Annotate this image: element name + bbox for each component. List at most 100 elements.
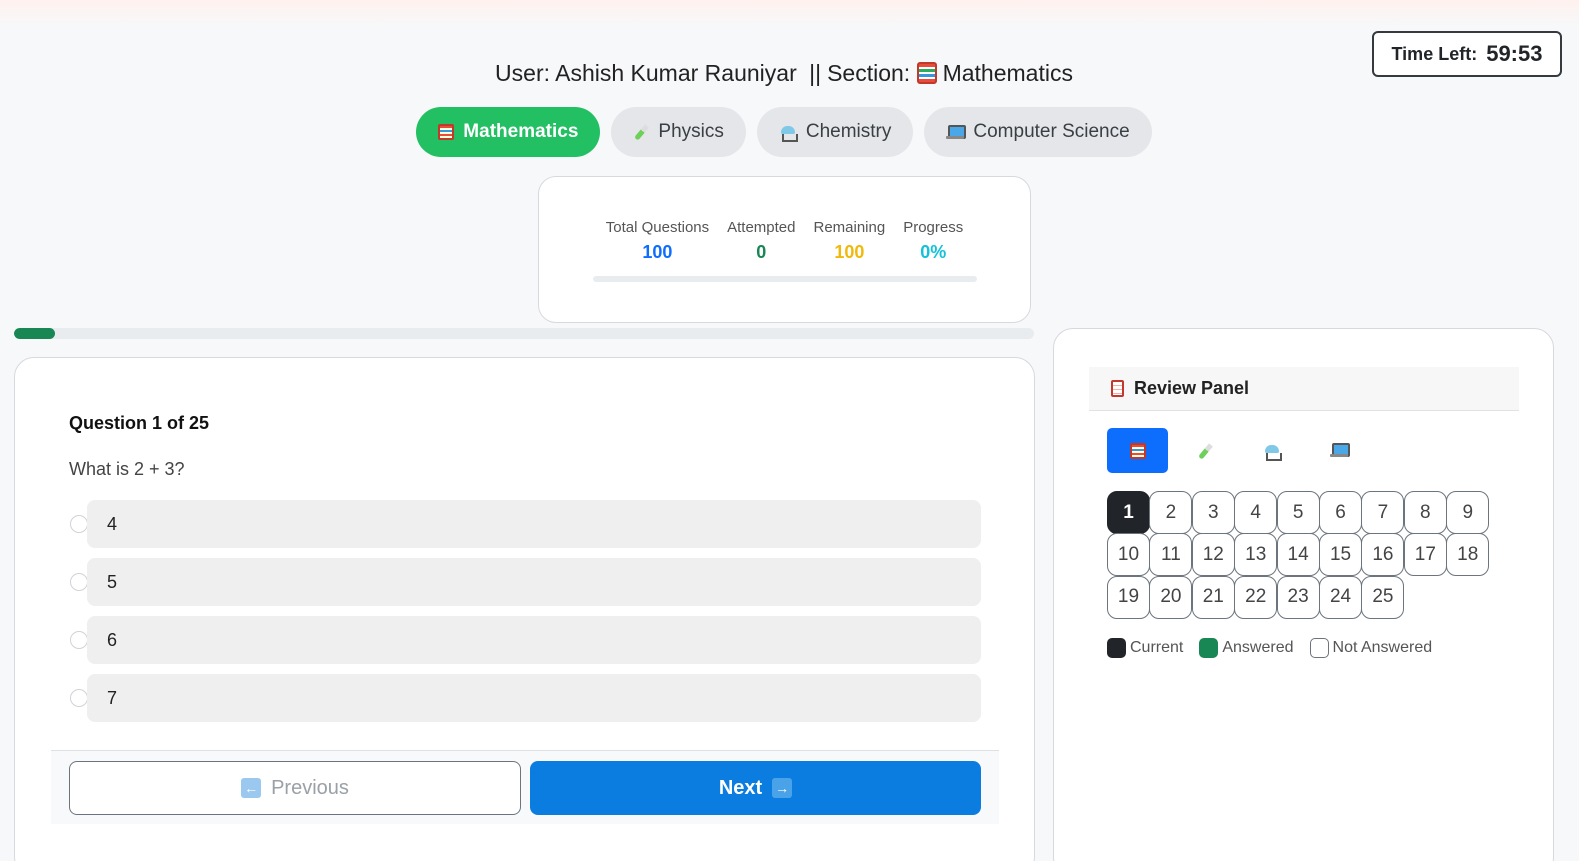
clipboard-icon <box>1111 380 1124 397</box>
distillery-icon <box>779 124 798 142</box>
question-number-button[interactable]: 11 <box>1149 533 1193 577</box>
option-radio[interactable] <box>70 515 88 533</box>
previous-label: Previous <box>271 776 349 799</box>
stat-attempted: Attempted 0 <box>727 219 795 263</box>
option-radio[interactable] <box>70 689 88 707</box>
option-label[interactable]: 5 <box>87 558 981 606</box>
tab-label: Computer Science <box>973 121 1130 142</box>
question-number-button[interactable]: 12 <box>1191 533 1235 577</box>
user-prefix: User: <box>495 60 550 86</box>
distillery-icon <box>1263 443 1282 461</box>
stat-label: Progress <box>903 219 964 236</box>
arrow-right-icon: → <box>772 778 793 798</box>
test-tube-icon <box>1197 443 1213 459</box>
question-navigation: ← Previous Next → <box>51 750 999 824</box>
top-glow <box>0 0 1579 26</box>
question-number-button[interactable]: 21 <box>1191 575 1235 619</box>
question-number-button[interactable]: 22 <box>1234 575 1278 619</box>
tab-mathematics[interactable]: Mathematics <box>416 107 601 157</box>
title-separator: || <box>809 60 822 86</box>
review-subject-chemistry[interactable] <box>1241 428 1302 473</box>
question-card: Question 1 of 25 What is 2 + 3? 4 5 6 7 … <box>14 357 1035 861</box>
question-number-button[interactable]: 6 <box>1319 491 1363 534</box>
legend-not-answered: Not Answered <box>1309 638 1432 658</box>
stat-value: 0 <box>756 242 767 262</box>
question-number-button[interactable]: 24 <box>1319 575 1363 619</box>
laptop-icon <box>1329 443 1350 458</box>
laptop-icon <box>946 124 967 140</box>
abacus-icon <box>1129 442 1146 459</box>
tab-computer-science[interactable]: Computer Science <box>924 107 1152 157</box>
overall-progress-bar <box>593 276 977 282</box>
option-radio[interactable] <box>70 631 88 649</box>
question-number-button[interactable]: 23 <box>1276 575 1320 619</box>
review-panel-header: Review Panel <box>1089 367 1519 411</box>
section-progress-bar <box>14 328 1034 339</box>
question-number-button[interactable]: 15 <box>1319 533 1363 577</box>
stats-row: Total Questions 100 Attempted 0 Remainin… <box>539 219 1030 263</box>
question-number-button[interactable]: 7 <box>1361 491 1405 534</box>
review-panel: Review Panel 1 2 3 4 5 6 7 8 9 10 11 12 13 14 15 16 17 18… <box>1053 328 1554 861</box>
tab-label: Physics <box>658 121 724 142</box>
legend-label: Answered <box>1222 639 1294 656</box>
review-subject-switcher <box>1107 428 1369 473</box>
question-counter: Question 1 of 25 <box>69 413 210 433</box>
question-number-grid: 1 2 3 4 5 6 7 8 9 10 11 12 13 14 15 16 17 18 19 20 21 22 23 24 2… <box>1107 491 1497 619</box>
answer-option[interactable]: 7 <box>69 674 981 722</box>
question-number-button[interactable]: 16 <box>1361 533 1405 577</box>
question-number-button[interactable]: 20 <box>1149 575 1193 619</box>
stat-value: 100 <box>642 242 673 262</box>
answer-option[interactable]: 5 <box>69 558 981 606</box>
previous-button[interactable]: ← Previous <box>69 761 521 815</box>
tab-label: Chemistry <box>805 121 892 142</box>
stat-label: Total Questions <box>605 219 710 236</box>
review-panel-title: Review Panel <box>1134 378 1250 398</box>
next-button[interactable]: Next → <box>530 761 981 815</box>
answer-option[interactable]: 4 <box>69 500 981 548</box>
legend-current: Current <box>1107 638 1183 658</box>
stats-card: Total Questions 100 Attempted 0 Remainin… <box>538 176 1031 323</box>
question-number-button[interactable]: 3 <box>1191 491 1235 534</box>
question-number-button[interactable]: 18 <box>1446 533 1490 577</box>
option-radio[interactable] <box>70 573 88 591</box>
arrow-left-icon: ← <box>241 778 262 798</box>
stat-label: Remaining <box>813 219 886 236</box>
legend-answered: Answered <box>1199 638 1294 658</box>
question-number-button[interactable]: 25 <box>1361 575 1405 619</box>
question-number-button[interactable]: 14 <box>1276 533 1320 577</box>
question-number-button[interactable]: 19 <box>1107 575 1150 619</box>
stat-value: 0% <box>920 242 947 262</box>
answer-option[interactable]: 6 <box>69 616 981 664</box>
stat-label: Attempted <box>727 219 796 236</box>
question-number-button[interactable]: 13 <box>1234 533 1278 577</box>
review-subject-physics[interactable] <box>1174 428 1235 473</box>
abacus-icon <box>438 124 455 140</box>
question-number-button[interactable]: 10 <box>1107 533 1150 577</box>
review-subject-computer-science[interactable] <box>1308 428 1369 473</box>
stat-progress: Progress 0% <box>903 219 963 263</box>
stat-value: 100 <box>834 242 865 262</box>
question-text: What is 2 + 3? <box>69 459 185 479</box>
tab-label: Mathematics <box>463 121 579 142</box>
option-label[interactable]: 4 <box>87 500 981 548</box>
test-tube-icon <box>633 124 649 140</box>
review-legend: Current Answered Not Answered <box>1107 638 1432 658</box>
question-number-button[interactable]: 1 <box>1107 491 1150 534</box>
stat-remaining: Remaining 100 <box>814 219 886 263</box>
question-number-button[interactable]: 5 <box>1276 491 1320 534</box>
legend-swatch-not-answered <box>1309 638 1329 658</box>
option-label[interactable]: 7 <box>87 674 981 722</box>
question-number-button[interactable]: 17 <box>1403 533 1447 577</box>
page-title: User: Ashish Kumar Rauniyar || Section: M… <box>0 60 1568 87</box>
question-number-button[interactable]: 8 <box>1403 491 1447 534</box>
tab-chemistry[interactable]: Chemistry <box>756 107 914 157</box>
option-label[interactable]: 6 <box>87 616 981 664</box>
question-number-button[interactable]: 2 <box>1149 491 1193 534</box>
section-prefix: Section: <box>827 60 911 86</box>
abacus-icon <box>916 62 937 84</box>
question-number-button[interactable]: 9 <box>1446 491 1490 534</box>
tab-physics[interactable]: Physics <box>611 107 746 157</box>
review-subject-mathematics[interactable] <box>1107 428 1168 473</box>
question-number-button[interactable]: 4 <box>1234 491 1278 534</box>
stat-total-questions: Total Questions 100 <box>606 219 709 263</box>
